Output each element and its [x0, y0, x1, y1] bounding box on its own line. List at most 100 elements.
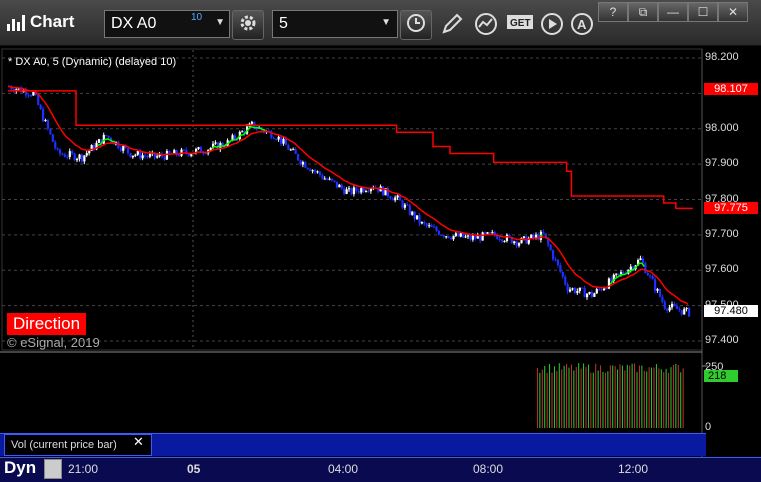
- candle-body: [488, 232, 492, 234]
- candle-body: [272, 138, 275, 140]
- candle-body: [209, 147, 212, 150]
- candle-body: [530, 234, 533, 239]
- candle-body: [360, 188, 363, 193]
- candle-body: [561, 271, 564, 277]
- candle-body: [178, 154, 181, 156]
- volume-study-label[interactable]: Vol (current price bar): [4, 434, 152, 456]
- candle-body: [593, 293, 596, 297]
- candle-body: [83, 155, 86, 162]
- close-icon[interactable]: ✕: [133, 434, 144, 450]
- candle-body: [467, 235, 470, 237]
- candle-body: [576, 291, 579, 293]
- lock-icon[interactable]: [44, 459, 62, 479]
- candle-body: [49, 128, 52, 135]
- candle-body: [309, 169, 312, 172]
- candle-body: [481, 232, 484, 241]
- candle-body: [423, 221, 426, 224]
- dynamic-status[interactable]: Dyn: [4, 458, 36, 478]
- candle-body: [197, 147, 200, 149]
- candle-body: [566, 284, 569, 292]
- candle-body: [29, 95, 33, 97]
- candle-body: [559, 265, 562, 272]
- candle-body: [590, 292, 594, 297]
- candle-body: [136, 150, 139, 155]
- price-tick-label: 97.400: [705, 334, 739, 346]
- candle-body: [666, 308, 669, 311]
- candle-body: [442, 235, 445, 237]
- price-gridlines: [2, 57, 702, 342]
- candle-body: [535, 234, 538, 238]
- candle-body: [486, 232, 489, 234]
- fast-ma-lines: [97, 125, 645, 285]
- candle-body: [428, 225, 431, 227]
- candle-body: [127, 148, 130, 153]
- copyright-text: © eSignal, 2019: [7, 335, 100, 350]
- candle-body: [350, 188, 353, 195]
- candle-body: [408, 205, 411, 215]
- candle-body: [620, 272, 623, 275]
- candle-body: [595, 289, 598, 294]
- candle-body: [503, 241, 506, 243]
- candle-body: [357, 191, 360, 193]
- candle-body: [88, 150, 91, 154]
- candle-body: [345, 189, 348, 194]
- candle-body: [299, 160, 302, 165]
- price-tick-label: 98.000: [705, 121, 739, 134]
- candle-body: [663, 301, 666, 309]
- candle-body: [386, 188, 390, 197]
- candle-body: [661, 296, 664, 302]
- candle-body: [367, 191, 370, 193]
- candle-body: [571, 288, 574, 290]
- candle-body: [331, 178, 334, 181]
- candle-body: [685, 307, 688, 309]
- candle-body: [287, 145, 290, 150]
- candle-body: [564, 276, 567, 285]
- candle-body: [255, 128, 258, 130]
- direction-label: Direction: [7, 313, 87, 335]
- candle-body: [658, 288, 662, 297]
- candle-body: [581, 287, 584, 289]
- candle-body: [37, 95, 40, 105]
- candle-body: [622, 272, 625, 274]
- candle-body: [603, 288, 606, 291]
- candle-body: [403, 204, 407, 208]
- candle-body: [277, 136, 280, 140]
- candle-body: [522, 236, 526, 238]
- candle-body: [671, 303, 674, 308]
- time-label: 05: [187, 462, 201, 476]
- candle-body: [646, 273, 649, 276]
- candle-body: [683, 308, 686, 315]
- candle-body: [644, 263, 647, 274]
- candle-body: [275, 139, 278, 141]
- candle-body: [420, 221, 424, 224]
- chart-canvas[interactable]: [0, 0, 761, 481]
- candle-body: [389, 196, 392, 199]
- candle-body: [165, 150, 169, 160]
- candle-body: [68, 151, 71, 157]
- candle-body: [435, 227, 438, 231]
- candle-body: [600, 289, 603, 291]
- candle-body: [615, 273, 618, 275]
- candle-body: [394, 197, 397, 201]
- candle-body: [474, 235, 477, 239]
- candle-body: [513, 241, 516, 244]
- candle-body: [250, 121, 254, 124]
- candle-body: [328, 178, 331, 180]
- candle-body: [107, 135, 110, 138]
- volume-axis-zero: 0: [705, 421, 712, 433]
- candle-body: [598, 289, 601, 291]
- candle-body: [382, 186, 385, 196]
- candle-body: [569, 289, 572, 292]
- candle-body: [649, 275, 652, 277]
- candle-body: [452, 235, 455, 240]
- candle-body: [518, 243, 521, 246]
- candle-body: [639, 258, 642, 261]
- candle-body: [214, 142, 217, 144]
- candle-body: [233, 135, 237, 140]
- candle-body: [542, 231, 545, 234]
- candle-body: [56, 148, 59, 150]
- candle-body: [44, 120, 47, 122]
- candle-body: [583, 287, 586, 298]
- candle-body: [501, 239, 504, 242]
- candle-body: [617, 273, 620, 275]
